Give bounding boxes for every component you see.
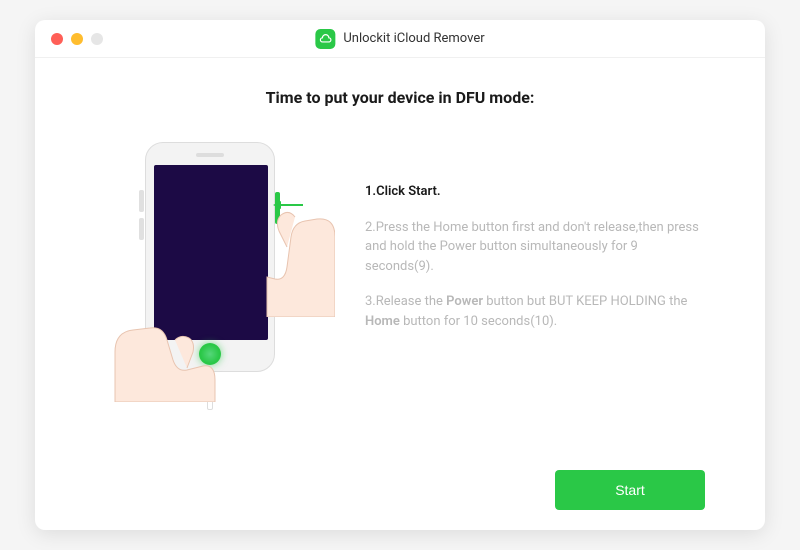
left-hand-icon <box>105 292 225 402</box>
app-title: Unlockit iCloud Remover <box>343 31 484 46</box>
app-window: Unlockit iCloud Remover Time to put your… <box>35 20 765 530</box>
app-icon <box>315 29 335 49</box>
step-2: 2.Press the Home button first and don't … <box>365 218 705 277</box>
titlebar: Unlockit iCloud Remover <box>35 20 765 58</box>
volume-up-icon <box>139 190 144 212</box>
step-3-home: Home <box>365 314 400 329</box>
step-3-prefix: 3.Release the <box>365 294 446 309</box>
content: Time to put your device in DFU mode: <box>35 58 765 530</box>
step-1: 1.Click Start. <box>365 182 705 202</box>
instructions: 1.Click Start. 2.Press the Home button f… <box>365 142 705 460</box>
right-hand-icon <box>265 197 335 317</box>
title-center: Unlockit iCloud Remover <box>315 29 484 49</box>
page-title: Time to put your device in DFU mode: <box>95 88 705 107</box>
footer: Start <box>95 460 705 510</box>
maximize-icon[interactable] <box>91 33 103 45</box>
dfu-illustration <box>95 142 335 402</box>
step-3: 3.Release the Power button but BUT KEEP … <box>365 292 705 331</box>
close-icon[interactable] <box>51 33 63 45</box>
main-row: 1.Click Start. 2.Press the Home button f… <box>95 142 705 460</box>
minimize-icon[interactable] <box>71 33 83 45</box>
speaker-icon <box>196 153 224 157</box>
traffic-lights <box>51 33 103 45</box>
step-3-mid: button but BUT KEEP HOLDING the <box>483 294 687 309</box>
step-3-power: Power <box>446 294 483 309</box>
volume-down-icon <box>139 218 144 240</box>
start-button[interactable]: Start <box>555 470 705 510</box>
step-3-suffix: button for 10 seconds(10). <box>400 314 557 329</box>
